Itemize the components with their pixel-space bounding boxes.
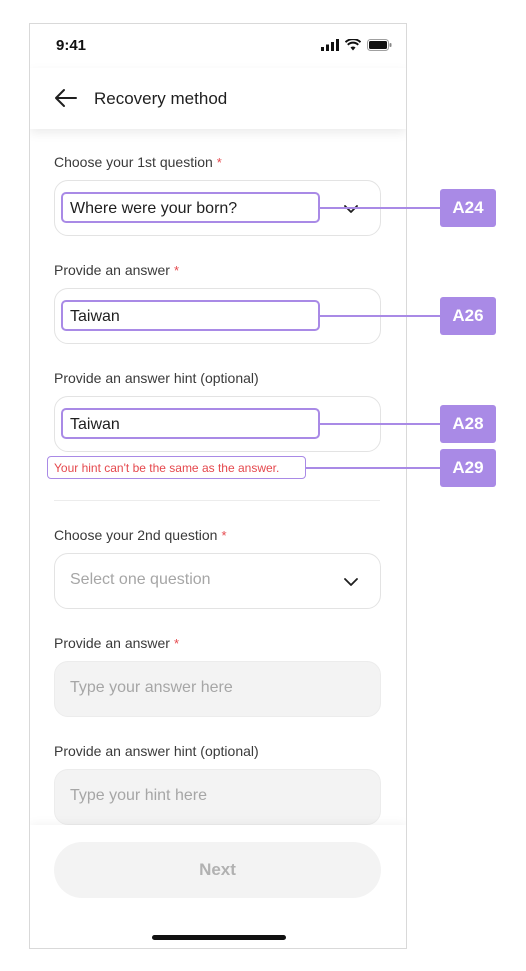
app-bar: Recovery method bbox=[30, 68, 406, 129]
h1-label-text: Provide an answer hint (optional) bbox=[54, 370, 259, 386]
a2-label-text: Provide an answer bbox=[54, 635, 170, 651]
h2-placeholder: Type your hint here bbox=[70, 787, 207, 804]
q2-select[interactable]: Select one question bbox=[54, 553, 381, 609]
a1-label-text: Provide an answer bbox=[54, 262, 170, 278]
footer: Next bbox=[30, 825, 406, 948]
q2-label: Choose your 2nd question * bbox=[54, 527, 227, 543]
connector-a29 bbox=[306, 467, 440, 469]
status-bar: 9:41 bbox=[30, 24, 406, 68]
wifi-icon bbox=[345, 39, 361, 51]
highlight-hint-error: Your hint can't be the same as the answe… bbox=[47, 456, 306, 479]
q2-label-text: Choose your 2nd question bbox=[54, 527, 218, 543]
required-mark: * bbox=[173, 636, 180, 651]
annotation-badge-a24: A24 bbox=[440, 189, 496, 227]
connector-a28 bbox=[320, 423, 440, 425]
hint-error-message: Your hint can't be the same as the answe… bbox=[54, 461, 280, 475]
h2-input[interactable]: Type your hint here bbox=[54, 769, 381, 825]
a1-value: Taiwan bbox=[70, 308, 120, 325]
connector-a26 bbox=[320, 315, 440, 317]
annotation-badge-a29: A29 bbox=[440, 449, 496, 487]
page-title: Recovery method bbox=[94, 89, 228, 108]
back-arrow-icon[interactable] bbox=[54, 88, 78, 108]
h1-value: Taiwan bbox=[70, 416, 120, 433]
q1-selected-value: Where were your born? bbox=[70, 200, 238, 217]
highlight-a1-value: Taiwan bbox=[61, 300, 320, 331]
annotation-badge-a28: A28 bbox=[440, 405, 496, 443]
h2-label-text: Provide an answer hint (optional) bbox=[54, 743, 259, 759]
required-mark: * bbox=[173, 263, 180, 278]
section-divider bbox=[54, 500, 380, 501]
chevron-down-icon bbox=[344, 578, 358, 586]
status-time: 9:41 bbox=[56, 37, 87, 54]
next-button[interactable]: Next bbox=[54, 842, 381, 898]
h1-label: Provide an answer hint (optional) bbox=[54, 370, 259, 386]
highlight-q1-selected: Where were your born? bbox=[61, 192, 320, 223]
home-indicator bbox=[152, 935, 286, 940]
required-mark: * bbox=[221, 528, 227, 543]
a2-placeholder: Type your answer here bbox=[70, 679, 233, 696]
q1-label-text: Choose your 1st question bbox=[54, 154, 213, 170]
a2-input[interactable]: Type your answer here bbox=[54, 661, 381, 717]
a1-label: Provide an answer * bbox=[54, 262, 179, 278]
annotation-badge-a26: A26 bbox=[440, 297, 496, 335]
highlight-h1-value: Taiwan bbox=[61, 408, 320, 439]
required-mark: * bbox=[216, 155, 222, 170]
phone-frame: 9:41 Recovery method Choose your 1st que… bbox=[29, 23, 407, 949]
connector-a24 bbox=[320, 207, 440, 209]
signal-icon bbox=[321, 39, 339, 51]
status-icons bbox=[321, 39, 392, 51]
q2-placeholder: Select one question bbox=[70, 571, 211, 588]
a2-label: Provide an answer * bbox=[54, 635, 179, 651]
h2-label: Provide an answer hint (optional) bbox=[54, 743, 259, 759]
battery-icon bbox=[367, 39, 392, 51]
q1-label: Choose your 1st question * bbox=[54, 154, 222, 170]
